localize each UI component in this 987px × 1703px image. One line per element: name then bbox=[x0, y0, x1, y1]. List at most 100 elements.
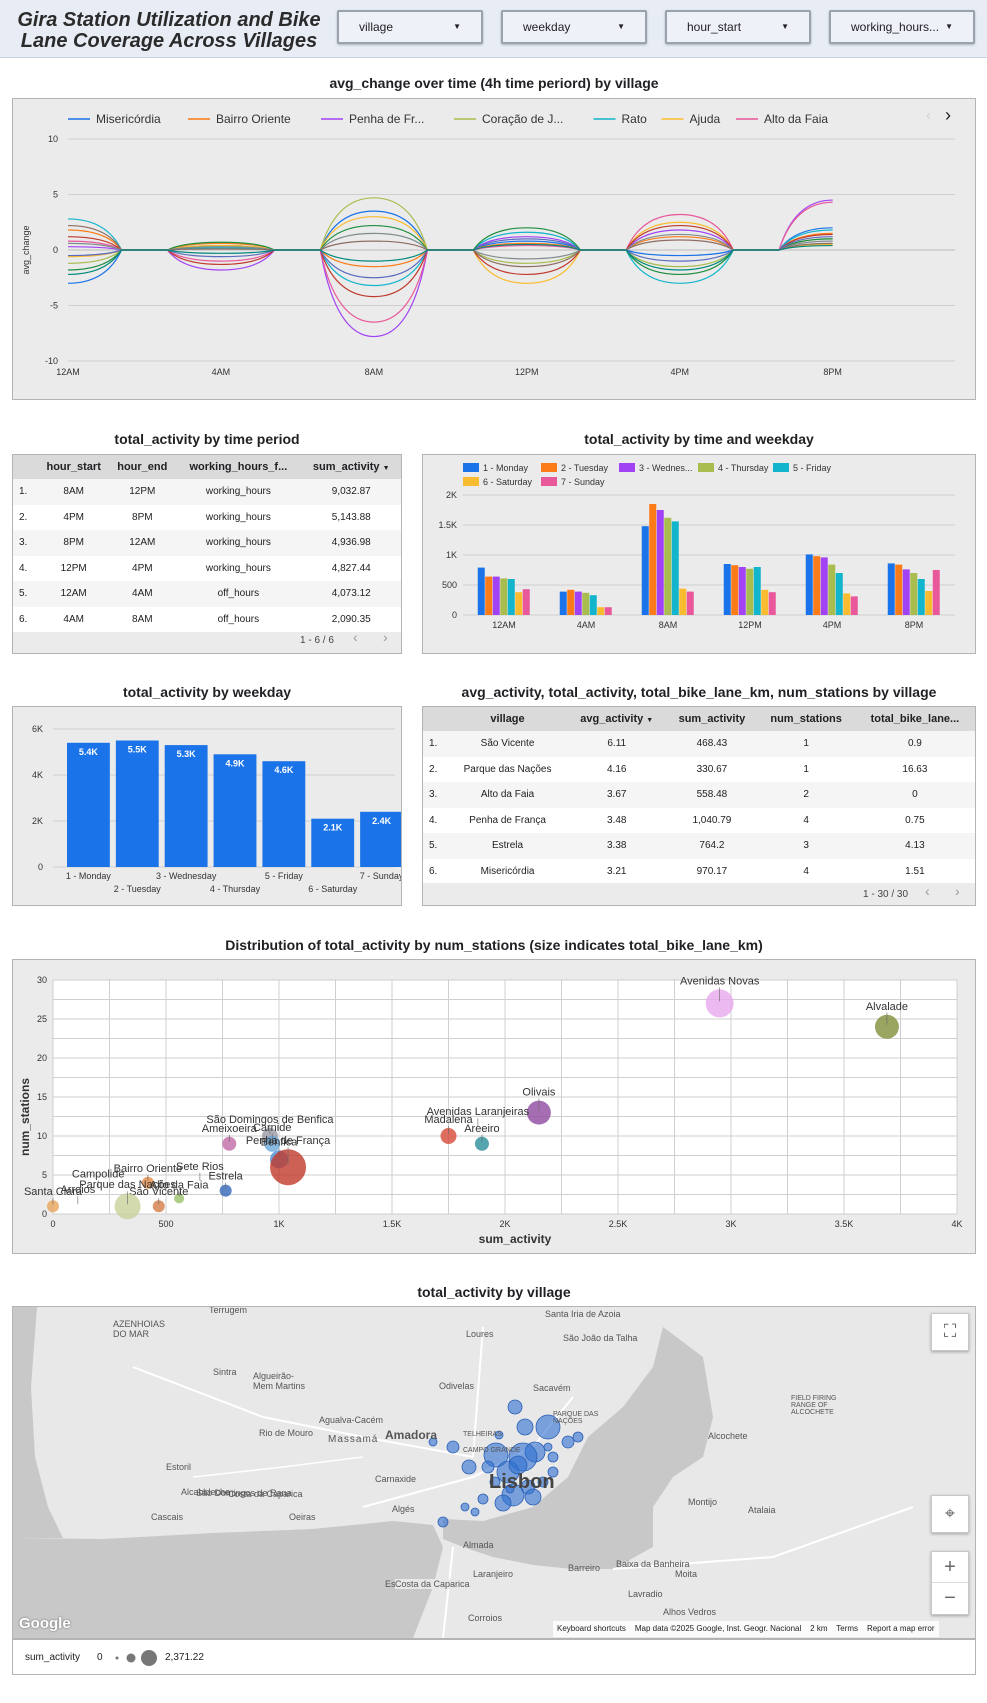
table-row[interactable]: 4. 12PM 4PM working_hours 4,827.44 bbox=[13, 555, 401, 581]
table-row[interactable]: 6. 4AM 8AM off_hours 2,090.35 bbox=[13, 606, 401, 632]
table-cell: 9,032.87 bbox=[301, 479, 401, 505]
map-bubble bbox=[477, 1493, 489, 1505]
scatter-chart: 0 500 1K 1.5K 2K 2.5K 3K 3.5K 4K 0 5 10 15 20 25 30 sum_… bbox=[18, 975, 963, 1246]
table-row[interactable]: 3. Alto da Faia 3.67 558.48 2 0 bbox=[423, 782, 975, 808]
pagination-text: 1 - 6 / 6 bbox=[300, 635, 334, 646]
y-tick-label: 20 bbox=[37, 1053, 47, 1063]
bar bbox=[761, 589, 769, 615]
bar bbox=[850, 596, 858, 615]
table-row[interactable]: 3. 8PM 12AM working_hours 4,936.98 bbox=[13, 530, 401, 556]
legend-prev-icon[interactable]: ‹ bbox=[926, 107, 931, 123]
village-header[interactable]: village bbox=[448, 707, 568, 731]
weekday-filter[interactable]: weekday ▼ bbox=[501, 10, 647, 44]
hour-start-header[interactable]: hour_start bbox=[38, 455, 110, 479]
table-cell: 12AM bbox=[38, 581, 110, 607]
next-page-icon[interactable]: › bbox=[955, 883, 960, 899]
sum-activity-header[interactable]: sum_activity bbox=[666, 707, 758, 731]
report-error-link[interactable]: Report a map error bbox=[867, 1624, 935, 1633]
table-cell: 0 bbox=[854, 782, 975, 808]
legend-label: 2 - Tuesday bbox=[561, 463, 609, 473]
locate-icon[interactable]: ⌖ bbox=[931, 1495, 969, 1533]
table-cell: Misericórdia bbox=[448, 858, 568, 883]
table-cell: Estrela bbox=[448, 833, 568, 859]
point-label: Olivais bbox=[522, 1087, 556, 1099]
y-tick-label: 25 bbox=[37, 1014, 47, 1024]
terms-link[interactable]: Terms bbox=[836, 1624, 858, 1633]
village-table-scroll[interactable]: village avg_activity ▼ sum_activity num_… bbox=[423, 707, 975, 883]
table-row[interactable]: 2. Parque das Nações 4.16 330.67 1 16.63 bbox=[423, 756, 975, 782]
table-cell: working_hours bbox=[175, 504, 302, 530]
line-chart-panel: 10 5 0 -5 -10 12AM 4AM 8AM 12PM 4PM 8PM avg_change M… bbox=[12, 98, 976, 400]
map-bubble bbox=[461, 1459, 477, 1475]
bar bbox=[262, 761, 306, 867]
line-chart: 10 5 0 -5 -1012AM 4AM 8AM 12PM 4PM 8PM avg_change M… bbox=[21, 112, 955, 377]
x-tick-label: 12AM bbox=[56, 367, 80, 377]
caret-down-icon: ▼ bbox=[453, 22, 461, 31]
table-cell: working_hours bbox=[175, 530, 302, 556]
sum-activity-header[interactable]: sum_activity ▼ bbox=[301, 455, 401, 479]
bar-value-label: 5.4K bbox=[79, 747, 99, 757]
legend-label: 6 - Saturday bbox=[483, 477, 533, 487]
map-panel[interactable]: AZENHOIAS DO MAR Terrugem Santa Iria de A… bbox=[12, 1306, 976, 1639]
table-row[interactable]: 6. Misericórdia 3.21 970.17 4 1.51 bbox=[423, 858, 975, 883]
report-header: Gira Station Utilization and Bike Lane C… bbox=[0, 0, 987, 58]
legend-swatch bbox=[698, 463, 714, 472]
filter-label: hour_start bbox=[687, 20, 742, 34]
prev-page-icon[interactable]: ‹ bbox=[925, 883, 930, 899]
legend-label: Misericórdia bbox=[96, 112, 161, 126]
y-tick-label: 1.5K bbox=[438, 520, 457, 530]
point-label: Carnide bbox=[253, 1122, 292, 1134]
bike-lane-header[interactable]: total_bike_lane... bbox=[854, 707, 975, 731]
bar bbox=[813, 556, 821, 615]
hour-end-header[interactable]: hour_end bbox=[109, 455, 176, 479]
row-index: 6. bbox=[13, 606, 38, 632]
bar bbox=[731, 565, 739, 615]
y-tick-label: 30 bbox=[37, 975, 47, 985]
map-bubble bbox=[547, 1451, 559, 1463]
hour-start-filter[interactable]: hour_start ▼ bbox=[665, 10, 811, 44]
table-cell: 330.67 bbox=[666, 756, 758, 782]
working-hours-filter[interactable]: working_hours... ▼ bbox=[829, 10, 975, 44]
table-row[interactable]: 1. São Vicente 6.11 468.43 1 0.9 bbox=[423, 731, 975, 757]
fullscreen-icon[interactable]: ⛶ bbox=[931, 1313, 969, 1351]
legend-next-icon[interactable]: › bbox=[945, 105, 951, 126]
zoom-in-icon[interactable]: + bbox=[932, 1552, 968, 1583]
bar bbox=[843, 593, 851, 615]
time-table-title: total_activity by time period bbox=[114, 431, 300, 447]
zoom-out-icon[interactable]: − bbox=[932, 1583, 968, 1613]
x-axis-label: sum_activity bbox=[479, 1232, 552, 1246]
bar bbox=[213, 754, 257, 867]
next-page-icon[interactable]: › bbox=[383, 629, 388, 645]
table-row[interactable]: 5. Estrela 3.38 764.2 3 4.13 bbox=[423, 833, 975, 859]
keyboard-shortcuts-link[interactable]: Keyboard shortcuts bbox=[557, 1624, 626, 1633]
prev-page-icon[interactable]: ‹ bbox=[353, 629, 358, 645]
map-legend-max: 2,371.22 bbox=[165, 1652, 204, 1663]
table-row[interactable]: 1. 8AM 12PM working_hours 9,032.87 bbox=[13, 479, 401, 505]
table-row[interactable]: 4. Penha de França 3.48 1,040.79 4 0.75 bbox=[423, 807, 975, 833]
y-tick-label: 0 bbox=[452, 610, 457, 620]
table-cell: off_hours bbox=[175, 606, 302, 632]
x-tick-label: 4 - Thursday bbox=[210, 884, 261, 894]
table-cell: São Vicente bbox=[448, 731, 568, 757]
bar bbox=[649, 504, 657, 615]
table-row[interactable]: 2. 4PM 8PM working_hours 5,143.88 bbox=[13, 504, 401, 530]
num-stations-header[interactable]: num_stations bbox=[757, 707, 855, 731]
table-row[interactable]: 5. 12AM 4AM off_hours 4,073.12 bbox=[13, 581, 401, 607]
x-tick-label: 12AM bbox=[492, 620, 516, 630]
working-hours-header[interactable]: working_hours_f... bbox=[175, 455, 302, 479]
table-cell: 3 bbox=[757, 833, 855, 859]
y-tick-label: -5 bbox=[50, 301, 58, 311]
x-tick-label: 1.5K bbox=[383, 1219, 402, 1229]
legend-swatch bbox=[619, 463, 635, 472]
avg-activity-header[interactable]: avg_activity ▼ bbox=[567, 707, 667, 731]
y-tick-label: 2K bbox=[446, 490, 457, 500]
table-cell: 1 bbox=[757, 731, 855, 757]
x-tick-label: 4K bbox=[951, 1219, 962, 1229]
bar bbox=[656, 510, 664, 615]
bar bbox=[671, 521, 679, 615]
legend-swatch bbox=[463, 477, 479, 486]
row-index: 5. bbox=[423, 833, 448, 859]
filter-label: weekday bbox=[523, 20, 571, 34]
x-tick-label: 1 - Monday bbox=[66, 871, 112, 881]
village-filter[interactable]: village ▼ bbox=[337, 10, 483, 44]
